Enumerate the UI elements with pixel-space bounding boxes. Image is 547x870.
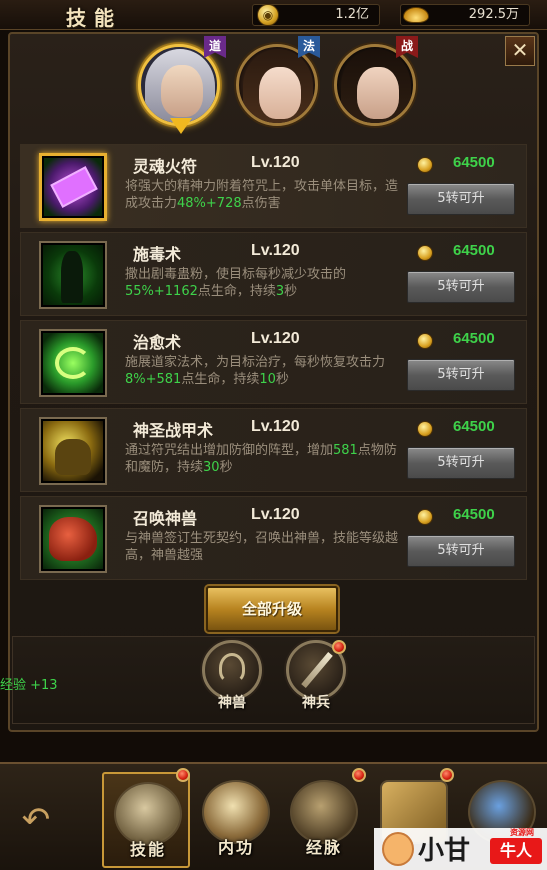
beast-icon [49,517,97,561]
skill-level: Lv.120 [251,242,300,259]
armor-icon [55,439,91,475]
coin-icon [417,509,433,525]
divine-beast-label: 神兽 [218,695,246,711]
skill-row[interactable]: 灵魂火符 Lv.120 将强大的精神力附着符咒上，攻击单体目标，造成攻击力48%… [20,144,527,228]
skill-description: 与神兽签订生死契约，召唤出神兽，技能等级越高，神兽越强 [125,531,399,563]
tab-skill[interactable]: 技能 [102,772,190,868]
skill-row[interactable]: 治愈术 Lv.120 施展道家法术，为目标治疗，每秒恢复攻击力 8%+581点生命… [20,320,527,404]
skill-description: 撒出剧毒蛊粉，使目标每秒减少攻击的 55%+1162点生命，持续3秒 [125,266,405,300]
skill-name: 灵魂火符 [133,157,198,176]
desc-value: 3 [275,284,285,299]
desc-value: 48%+728 [177,196,242,211]
skill-icon-poison [39,241,107,309]
desc-value: 581 [333,443,358,458]
skill-level: Lv.120 [251,154,300,171]
gold-display: ◉ 1.2亿 [252,4,380,26]
portrait-face [161,65,203,117]
upgrade-cost: 64500 [453,418,495,435]
desc-text: 点生命，持续 [181,372,260,387]
upgrade-button[interactable]: 5转可升 [407,359,515,391]
gold-amount: 1.2亿 [335,7,369,22]
desc-text: 撒出剧毒蛊粉，使目标每秒减少攻击的 [125,267,347,282]
ingot-amount: 292.5万 [468,7,519,22]
skill-name: 召唤神兽 [133,509,198,528]
upgrade-cost: 64500 [453,506,495,523]
tab-inner-power[interactable]: 内功 [192,772,280,868]
desc-text: 秒 [275,372,289,387]
skill-icon-heal [39,329,107,397]
coin-icon [417,157,433,173]
notification-dot [352,768,366,782]
page-title: 技能 [66,6,122,30]
skill-row[interactable]: 召唤神兽 Lv.120 与神兽签订生死契约，召唤出神兽，技能等级越高，神兽越强 … [20,496,527,580]
desc-value: 10 [259,372,276,387]
portrait-face [259,67,301,119]
upgrade-all-button[interactable]: 全部升级 [206,586,338,632]
tab-meridian[interactable]: 经脉 [280,772,368,868]
desc-value: 55%+1162 [125,284,198,299]
watermark-badge: 牛人 [490,838,542,864]
desc-text: 秒 [284,284,298,299]
skill-level: Lv.120 [251,418,300,435]
desc-text: 点生命，持续 [197,284,276,299]
skill-description: 施展道家法术，为目标治疗，每秒恢复攻击力 8%+581点生命，持续10秒 [125,354,405,388]
divine-weapon-label: 神兵 [302,695,330,711]
close-button[interactable]: ✕ [505,36,535,66]
watermark-site: 资源网 [510,828,534,837]
upgrade-button[interactable]: 5转可升 [407,183,515,215]
class-portrait-warrior[interactable] [334,44,416,126]
desc-text: 通过符咒结出增加防御的阵型，增加 [125,443,334,458]
upgrade-cost: 64500 [453,242,495,259]
talisman-icon [50,166,98,208]
gold-coin-icon: ◉ [257,4,279,26]
coin-icon [417,333,433,349]
back-arrow-icon[interactable]: ↶ [14,800,58,840]
skill-level: Lv.120 [251,506,300,523]
skill-description: 将强大的精神力附着符咒上，攻击单体目标，造成攻击力48%+728点伤害 [125,178,405,212]
portrait-face [357,67,399,119]
tab-meridian-label: 经脉 [305,838,342,857]
feature-panel [12,636,535,724]
upgrade-cost: 64500 [453,154,495,171]
skill-row[interactable]: 神圣战甲术 Lv.120 通过符咒结出增加防御的阵型，增加581点物防和魔防，持… [20,408,527,492]
upgrade-button[interactable]: 5转可升 [407,535,515,567]
divine-beast-button[interactable] [202,640,262,700]
skill-icon-holy-armor [39,417,107,485]
top-bar: 技能 ◉ 1.2亿 292.5万 [0,0,547,30]
skill-description: 通过符咒结出增加防御的阵型，增加581点物防和魔防，持续30秒 [125,442,405,476]
desc-value: 8%+581 [125,372,182,387]
desc-text: 施展道家法术，为目标治疗，每秒恢复攻击力 [125,355,386,370]
upgrade-cost: 64500 [453,330,495,347]
tab-skill-label: 技能 [129,840,166,859]
exp-gain-text: 经验 +13 [0,678,58,693]
class-portrait-taoist[interactable] [138,44,220,126]
desc-value: 30 [203,460,220,475]
poison-figure-icon [61,251,83,303]
ingot-display: 292.5万 [400,4,530,26]
skill-level: Lv.120 [251,330,300,347]
skill-icon-summon-beast [39,505,107,573]
heal-swirl-icon [55,347,91,379]
dragon-icon [219,653,245,683]
class-portrait-mage[interactable] [236,44,318,126]
tab-inner-power-label: 内功 [217,838,254,857]
skill-name: 治愈术 [133,333,182,352]
upgrade-button[interactable]: 5转可升 [407,271,515,303]
skill-name: 神圣战甲术 [133,421,214,440]
skill-name: 施毒术 [133,245,182,264]
coin-icon [417,421,433,437]
upgrade-button[interactable]: 5转可升 [407,447,515,479]
ingot-icon [403,7,429,23]
notification-dot [176,768,190,782]
desc-text: 秒 [219,460,233,475]
skill-row[interactable]: 施毒术 Lv.120 撒出剧毒蛊粉，使目标每秒减少攻击的 55%+1162点生命，… [20,232,527,316]
sword-icon [301,651,333,689]
watermark-mascot-icon [382,832,414,866]
skill-icon-soul-talisman [39,153,107,221]
desc-text: 点伤害 [241,196,281,211]
coin-icon [417,245,433,261]
watermark-brand: 小甘 [418,836,471,866]
notification-dot [440,768,454,782]
notification-dot [332,640,346,654]
